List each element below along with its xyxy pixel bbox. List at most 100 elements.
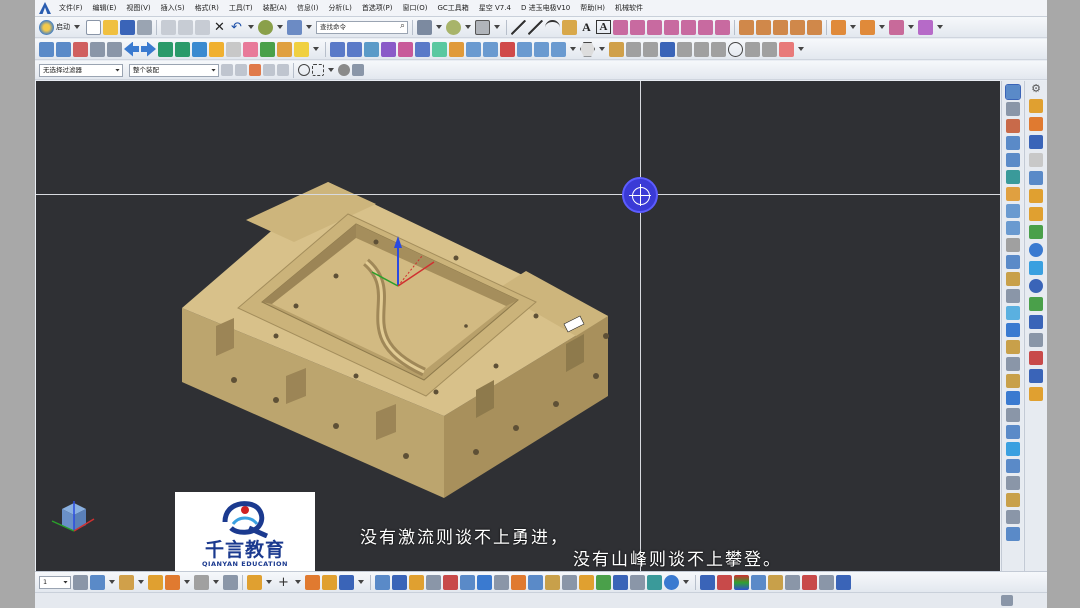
roles-icon[interactable] (1005, 221, 1020, 235)
graphics-viewport[interactable]: 千言教育 QIANYAN EDUCATION 没有激流则谈不上勇进， 没有山峰则… (36, 81, 1000, 571)
tool-icon[interactable] (1005, 527, 1020, 541)
mold-tool-icon[interactable] (1029, 369, 1043, 383)
transform-icon[interactable] (807, 19, 822, 35)
start-icon[interactable] (39, 19, 54, 35)
display-icon[interactable] (802, 574, 817, 590)
part-cube-icon[interactable] (918, 19, 933, 35)
display-icon[interactable] (700, 574, 715, 590)
component-icon[interactable] (107, 41, 122, 57)
transform-icon[interactable] (773, 19, 788, 35)
assembly-navigator-icon[interactable] (1005, 102, 1020, 116)
surface-icon[interactable] (517, 41, 532, 57)
selection-scope-select[interactable]: 整个装配 (129, 63, 219, 77)
tool-icon[interactable] (1005, 408, 1020, 422)
system-materials-icon[interactable] (1005, 238, 1020, 252)
save-icon[interactable] (120, 19, 135, 35)
menu-gc-toolbox[interactable]: GC工具箱 (432, 0, 473, 17)
analysis-icon[interactable] (511, 574, 526, 590)
display-icon[interactable] (768, 574, 783, 590)
analysis-icon[interactable] (426, 574, 441, 590)
analysis-icon[interactable] (579, 574, 594, 590)
mold-tool-icon[interactable] (1029, 351, 1043, 365)
menu-file[interactable]: 文件(F) (54, 0, 88, 17)
render-style-icon[interactable] (258, 19, 273, 35)
transform-icon[interactable] (756, 19, 771, 35)
surface-icon[interactable] (398, 41, 413, 57)
web-browser-icon[interactable] (1005, 187, 1020, 201)
trim-icon[interactable] (660, 41, 675, 57)
filter-icon[interactable] (263, 64, 275, 76)
tool-icon[interactable] (1005, 289, 1020, 303)
view-orient-icon[interactable] (417, 19, 432, 35)
constraint-navigator-icon[interactable] (1005, 136, 1020, 150)
undo-icon[interactable]: ↶ (229, 20, 244, 35)
mold-tool-icon[interactable] (1029, 333, 1043, 347)
mold-tool-icon[interactable] (1029, 297, 1043, 311)
text-icon[interactable]: A (579, 20, 594, 35)
tool-icon[interactable] (1005, 391, 1020, 405)
tool-icon[interactable] (1005, 510, 1020, 524)
menu-format[interactable]: 格式(R) (190, 0, 224, 17)
arc-icon[interactable] (545, 19, 560, 35)
display-icon[interactable] (819, 574, 834, 590)
surface-icon[interactable] (364, 41, 379, 57)
measure-icon[interactable] (165, 574, 180, 590)
analysis-icon[interactable] (528, 574, 543, 590)
flag-icon[interactable] (260, 41, 275, 57)
component-icon[interactable] (90, 41, 105, 57)
circle-icon[interactable] (728, 41, 743, 57)
navigator-icon[interactable] (1004, 84, 1021, 100)
analysis-icon[interactable] (392, 574, 407, 590)
delete-icon[interactable]: ✕ (212, 20, 227, 35)
tool-icon[interactable] (1005, 272, 1020, 286)
mold-tool-icon[interactable] (1029, 261, 1043, 275)
open-folder-icon[interactable] (103, 19, 118, 35)
menu-xingkong[interactable]: 星空 V7.4 (474, 0, 516, 17)
display-icon[interactable] (785, 574, 800, 590)
box-icon[interactable] (226, 41, 241, 57)
curve-tool-icon[interactable] (681, 19, 696, 35)
view-icon[interactable] (352, 64, 364, 76)
layer-icon[interactable] (73, 574, 88, 590)
assembly-icon[interactable] (56, 41, 71, 57)
surface-icon[interactable] (534, 41, 549, 57)
display-icon[interactable] (734, 574, 749, 590)
tool-icon[interactable] (1005, 306, 1020, 320)
analysis-icon[interactable] (562, 574, 577, 590)
shaded-icon[interactable] (446, 19, 461, 35)
surface-icon[interactable] (483, 41, 498, 57)
menu-electrode[interactable]: D 进玉电极V10 (516, 0, 575, 17)
assembly-icon[interactable] (39, 41, 54, 57)
command-search-input[interactable]: 查找命令 (316, 20, 408, 34)
curve-tool-icon[interactable] (630, 19, 645, 35)
trim-icon[interactable] (694, 41, 709, 57)
surface-icon[interactable] (551, 41, 566, 57)
curve-tool-icon[interactable] (664, 19, 679, 35)
print-icon[interactable] (137, 19, 152, 35)
analysis-icon[interactable] (613, 574, 628, 590)
tool-icon[interactable] (339, 574, 354, 590)
tool-icon[interactable] (1005, 340, 1020, 354)
reuse-library-icon[interactable] (1005, 170, 1020, 184)
surface-icon[interactable] (500, 41, 515, 57)
box-icon[interactable] (294, 41, 309, 57)
paste-icon[interactable] (195, 19, 210, 35)
mold-tool-icon[interactable] (1029, 153, 1043, 167)
analysis-icon[interactable] (545, 574, 560, 590)
surface-icon[interactable] (432, 41, 447, 57)
snap-point-icon[interactable] (298, 64, 310, 76)
mold-tool-icon[interactable] (1029, 243, 1043, 257)
clock-icon[interactable] (1029, 279, 1043, 293)
wcs-icon[interactable] (119, 574, 134, 590)
display-icon[interactable] (751, 574, 766, 590)
trim-icon[interactable] (779, 41, 794, 57)
tool-icon[interactable] (223, 574, 238, 590)
tool-icon[interactable] (247, 574, 262, 590)
menu-tools[interactable]: 工具(T) (224, 0, 258, 17)
trim-icon[interactable] (609, 41, 624, 57)
menu-preferences[interactable]: 首选项(P) (357, 0, 398, 17)
trim-icon[interactable] (626, 41, 641, 57)
surface-icon[interactable] (330, 41, 345, 57)
sketch-icon[interactable] (562, 19, 577, 35)
filter-icon[interactable] (277, 64, 289, 76)
